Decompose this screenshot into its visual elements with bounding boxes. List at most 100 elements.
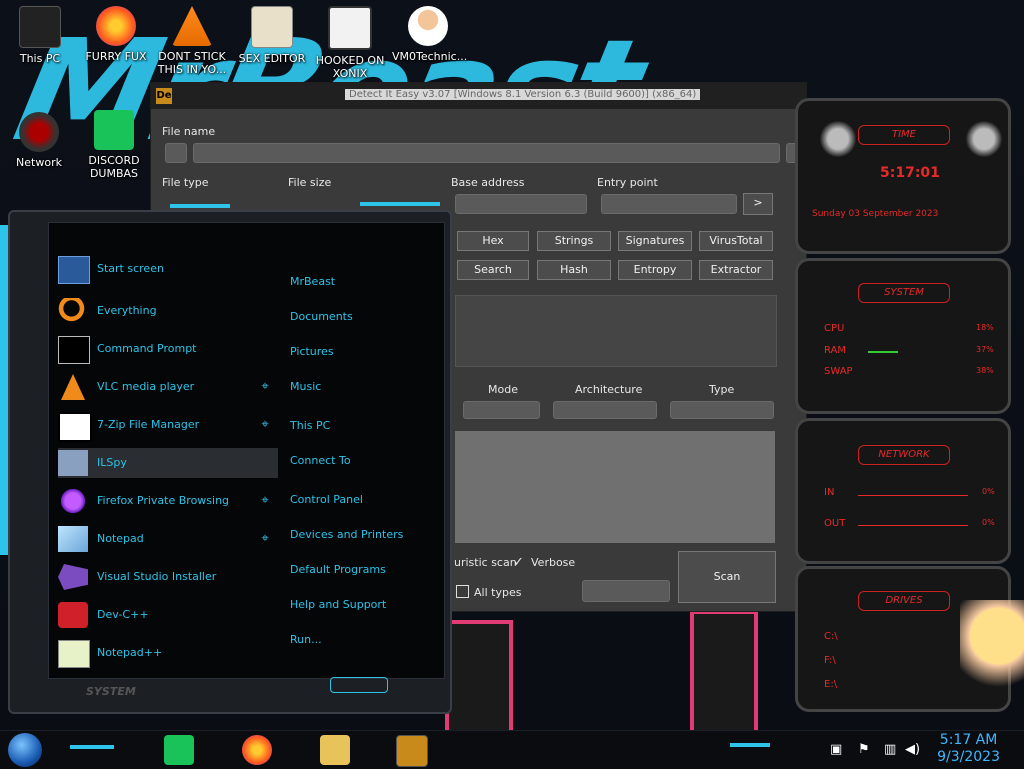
signatures-button[interactable]: Signatures <box>618 231 692 251</box>
taskbar-firefox-icon[interactable] <box>242 735 272 765</box>
tray-app-icon[interactable]: ▣ <box>830 742 842 757</box>
start-item-everything[interactable]: Everything <box>58 296 278 326</box>
tray-volume-icon[interactable]: ◀) <box>905 742 920 757</box>
mode-field <box>463 401 540 419</box>
firefox-icon <box>96 6 136 46</box>
7zip-icon <box>58 412 92 442</box>
taskbar-discord-icon[interactable] <box>164 735 194 765</box>
die-title-bar[interactable]: De Detect It Easy v3.07 [Windows 8.1 Ver… <box>151 83 806 109</box>
drive-e: E:\ <box>824 679 838 690</box>
ram-value: 37% <box>976 345 994 354</box>
search-button[interactable]: Search <box>457 260 529 280</box>
start-link-connect-to[interactable]: Connect To <box>290 454 351 467</box>
scan-button[interactable]: Scan <box>678 551 776 603</box>
desktop-icon-discord-dumbas[interactable]: DISCORD DUMBAS <box>78 110 150 180</box>
start-link-control-panel[interactable]: Control Panel <box>290 493 363 506</box>
start-button[interactable] <box>8 733 42 767</box>
alien-icon <box>820 121 856 157</box>
swap-label: SWAP <box>824 366 853 377</box>
devcpp-icon <box>58 602 88 628</box>
pin-icon[interactable]: ⌖ <box>258 532 272 546</box>
entropy-button[interactable]: Entropy <box>618 260 692 280</box>
verbose-label: Verbose <box>531 556 576 569</box>
start-link-pictures[interactable]: Pictures <box>290 345 334 358</box>
taskbar-accent-right <box>730 743 770 747</box>
start-item-7zip[interactable]: 7-Zip File Manager <box>58 410 278 442</box>
taskbar-file-explorer-icon[interactable] <box>320 735 350 765</box>
hex-button[interactable]: Hex <box>457 231 529 251</box>
start-link-music[interactable]: Music <box>290 380 321 393</box>
cmd-icon <box>58 336 90 364</box>
all-types-label: All types <box>474 586 522 599</box>
desktop-icon-furry-fux[interactable]: FURRY FUX <box>80 6 152 63</box>
pin-icon[interactable]: ⌖ <box>258 380 272 394</box>
hxd-icon <box>251 6 293 48</box>
file-open-button[interactable] <box>165 143 187 163</box>
taskbar-clock[interactable]: 5:17 AM 9/3/2023 <box>937 732 1000 766</box>
window-title: Detect It Easy v3.07 [Windows 8.1 Versio… <box>345 89 701 100</box>
net-out-value: 0% <box>982 518 995 527</box>
scan-results-area[interactable] <box>455 431 775 543</box>
desktop-icon-dont-stick[interactable]: DONT STICK THIS IN YO... <box>156 6 228 76</box>
start-item-ilspy[interactable]: ILSpy <box>58 448 278 478</box>
start-nav-arrows[interactable] <box>330 677 388 693</box>
vlc-icon <box>172 6 212 46</box>
pin-icon[interactable]: ⌖ <box>258 418 272 432</box>
entry-point-go-button[interactable]: > <box>743 193 773 215</box>
architecture-label: Architecture <box>575 383 643 396</box>
search-icon <box>58 298 88 324</box>
desktop-icon-this-pc[interactable]: This PC <box>4 6 76 65</box>
widget-date: Sunday 03 September 2023 <box>812 209 939 219</box>
network-widget: NETWORK IN 0% OUT 0% <box>795 418 1011 564</box>
start-item-notepadpp[interactable]: Notepad++ <box>58 638 278 668</box>
drive-c: C:\ <box>824 631 838 642</box>
start-screen-icon <box>58 256 90 284</box>
clock-time: 5:17 AM <box>939 732 998 748</box>
taskbar-die-icon[interactable] <box>396 735 428 767</box>
start-item-notepad[interactable]: Notepad <box>58 524 278 554</box>
start-link-mrbeast[interactable]: MrBeast <box>290 275 335 288</box>
cpu-label: CPU <box>824 323 845 334</box>
desktop-icon-vm0technic[interactable]: VM0Technic... <box>392 6 467 63</box>
alien-icon <box>966 121 1002 157</box>
start-link-help-support[interactable]: Help and Support <box>290 598 386 611</box>
hash-button[interactable]: Hash <box>537 260 611 280</box>
taskbar-accent <box>70 745 114 749</box>
network-widget-title: NETWORK <box>858 445 950 465</box>
base-address-label: Base address <box>451 176 525 189</box>
time-widget-title: TIME <box>858 125 950 145</box>
system-widget: SYSTEM CPU 18% RAM 37% SWAP 38% <box>795 258 1011 414</box>
tray-network-icon[interactable]: ▥ <box>884 742 896 757</box>
desktop-icon-hooked-on-xonix[interactable]: HOOKED ON XONIX <box>314 6 386 80</box>
extractor-button[interactable]: Extractor <box>699 260 773 280</box>
start-item-devcpp[interactable]: Dev-C++ <box>58 600 278 630</box>
frame-accent-top <box>170 204 230 208</box>
all-types-checkbox[interactable] <box>456 585 469 598</box>
start-item-vs-installer[interactable]: Visual Studio Installer <box>58 562 278 592</box>
start-link-documents[interactable]: Documents <box>290 310 353 323</box>
desktop-icon-network[interactable]: Network <box>3 112 75 169</box>
start-item-firefox-private[interactable]: Firefox Private Browsing <box>58 486 278 516</box>
start-item-command-prompt[interactable]: Command Prompt <box>58 334 278 364</box>
net-out-label: OUT <box>824 518 846 529</box>
desktop-icon-sex-editor[interactable]: SEX EDITOR <box>236 6 308 65</box>
start-menu[interactable]: Start screen Everything Command Prompt V… <box>0 200 455 720</box>
strings-button[interactable]: Strings <box>537 231 611 251</box>
start-link-run[interactable]: Run... <box>290 633 322 646</box>
network-icon <box>19 112 59 152</box>
frame-accent-top-right <box>360 202 440 206</box>
entry-point-field <box>601 194 737 214</box>
info-panel <box>455 295 777 367</box>
cpu-value: 18% <box>976 323 994 332</box>
verbose-checkbox[interactable]: ✓ <box>513 555 524 570</box>
start-link-devices-printers[interactable]: Devices and Printers <box>290 528 403 541</box>
virustotal-button[interactable]: VirusTotal <box>699 231 773 251</box>
start-item-start-screen[interactable]: Start screen <box>58 254 278 284</box>
file-name-input[interactable] <box>193 143 780 163</box>
start-link-default-programs[interactable]: Default Programs <box>290 563 386 576</box>
tray-flag-icon[interactable]: ⚑ <box>858 742 870 757</box>
start-item-vlc[interactable]: VLC media player <box>58 372 278 402</box>
scan-option-field[interactable] <box>582 580 670 602</box>
start-link-this-pc[interactable]: This PC <box>290 419 330 432</box>
pin-icon[interactable]: ⌖ <box>258 494 272 508</box>
